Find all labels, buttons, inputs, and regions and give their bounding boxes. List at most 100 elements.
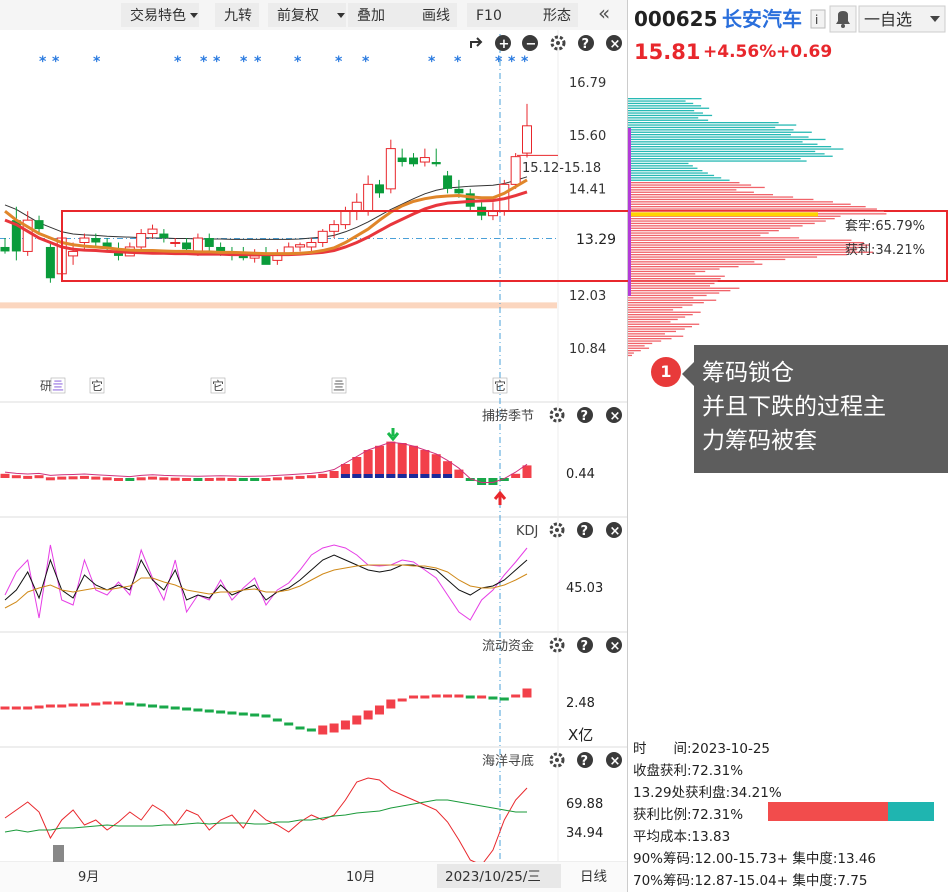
- chip-bar: [628, 309, 674, 311]
- season-bar: [170, 477, 180, 481]
- candle: [306, 238, 317, 252]
- close-icon[interactable]: ×: [606, 637, 622, 654]
- toolbar-item-label[interactable]: F10: [476, 8, 502, 24]
- help-icon[interactable]: ?: [577, 752, 593, 769]
- price-axis-label: 14.41: [569, 182, 606, 197]
- chip-bar: [628, 266, 739, 268]
- close-icon[interactable]: ×: [606, 752, 622, 769]
- toolbar-item-label[interactable]: 叠加: [357, 8, 385, 24]
- season-bar: [363, 450, 373, 478]
- bell-icon[interactable]: [829, 5, 857, 33]
- indicator-pane-liquidity[interactable]: [0, 688, 532, 735]
- help-icon[interactable]: ?: [577, 407, 593, 424]
- settings-icon[interactable]: [549, 637, 565, 653]
- chip-bar: [628, 218, 835, 220]
- help-icon[interactable]: ?: [577, 522, 593, 539]
- chip-bar: [628, 345, 645, 347]
- indicator-pane-bulaojijie[interactable]: [0, 428, 532, 505]
- toolbar-item-0[interactable]: 交易特色: [121, 3, 199, 27]
- candle-body: [0, 246, 10, 252]
- liquidity-bar: [0, 706, 10, 710]
- toolbar-item-2[interactable]: 前复权: [268, 3, 346, 27]
- chip-bar: [628, 189, 737, 191]
- zoom-out-icon[interactable]: −: [522, 35, 538, 52]
- chip-bar: [628, 114, 713, 117]
- chip-bar: [628, 282, 715, 285]
- settings-icon[interactable]: [549, 522, 565, 538]
- help-icon[interactable]: ?: [578, 35, 594, 52]
- watchlist-button[interactable]: 一自选: [858, 5, 946, 33]
- season-bar: [91, 476, 101, 480]
- liquidity-bar: [45, 704, 55, 708]
- liquidity-bar: [57, 704, 67, 708]
- period-selector[interactable]: 日线: [580, 869, 607, 885]
- close-icon[interactable]: ×: [606, 35, 622, 52]
- candle-body: [363, 183, 374, 212]
- liquidity-bar: [113, 701, 123, 705]
- season-bar-base: [374, 474, 384, 478]
- kdj-line: [4, 564, 528, 609]
- watchlist-label: 一自选: [864, 10, 912, 29]
- season-bar: [204, 478, 214, 481]
- chip-bar: [628, 350, 641, 352]
- liquidity-bar: [306, 728, 316, 732]
- candle: [443, 170, 453, 194]
- season-bar: [386, 441, 396, 478]
- close-icon[interactable]: ×: [606, 407, 622, 424]
- toolbar-item-5[interactable]: F10: [467, 3, 545, 27]
- toolbar-item-label[interactable]: 九转: [224, 8, 252, 24]
- liquidity-bar: [477, 695, 487, 699]
- close-icon[interactable]: ×: [606, 522, 622, 539]
- liquidity-bar: [182, 707, 192, 711]
- indicator-pane-kdj[interactable]: [4, 544, 528, 621]
- price-axis: 16.79 15.60 14.41 12.03 10.84: [569, 76, 606, 357]
- reset-icon[interactable]: [470, 37, 483, 48]
- candle: [0, 238, 10, 254]
- settings-icon[interactable]: [549, 752, 565, 768]
- liquidity-bar: [102, 701, 112, 705]
- toolbar-item-4[interactable]: 画线: [413, 3, 457, 27]
- toolbar-item-label[interactable]: 画线: [422, 8, 450, 24]
- chip-bar: [628, 122, 779, 124]
- toolbar-item-label[interactable]: 交易特色: [130, 7, 186, 24]
- season-bar: [227, 478, 237, 481]
- season-bar-base: [443, 474, 453, 478]
- icon-glyph: ×: [610, 754, 621, 769]
- toolbar-item-label[interactable]: 形态: [543, 8, 571, 24]
- help-icon[interactable]: ?: [577, 637, 593, 654]
- candle: [363, 175, 374, 216]
- stock-name[interactable]: 长安汽车: [722, 7, 802, 31]
- zoom-in-icon[interactable]: +: [495, 35, 511, 52]
- chip-bar: [628, 270, 706, 273]
- toolbar-item-1[interactable]: 九转: [215, 3, 259, 27]
- candle-body: [159, 233, 169, 239]
- chip-bar: [628, 261, 755, 263]
- candle-body: [340, 210, 351, 226]
- liquidity-bar: [318, 725, 328, 735]
- candle-body: [91, 238, 101, 243]
- candle-body: [79, 237, 90, 243]
- indicator-pane-haiyang[interactable]: [4, 777, 528, 866]
- chip-bar: [628, 333, 665, 335]
- chip-bar: [628, 201, 833, 203]
- toolbar-item-label[interactable]: 前复权: [277, 7, 319, 24]
- chip-bar: [628, 285, 711, 287]
- season-bar-base: [340, 474, 350, 478]
- toolbar-item-6[interactable]: 形态: [534, 3, 578, 27]
- season-bar: [102, 477, 112, 481]
- season-bar-base: [420, 474, 430, 478]
- chip-bar: [628, 316, 686, 318]
- indicator-value: 45.03: [566, 581, 603, 596]
- collapse-panel-icon[interactable]: «: [598, 1, 610, 25]
- season-bar: [57, 476, 67, 480]
- chip-bar: [628, 242, 864, 244]
- event-marker: 它: [494, 378, 506, 393]
- season-bar: [0, 473, 10, 478]
- chip-bar: [628, 297, 694, 299]
- settings-icon[interactable]: [549, 407, 565, 423]
- chip-bar: [628, 263, 763, 265]
- liquidity-bar: [397, 698, 407, 702]
- chip-bar: [628, 225, 803, 227]
- liquidity-bar: [34, 705, 44, 709]
- candle: [182, 238, 192, 252]
